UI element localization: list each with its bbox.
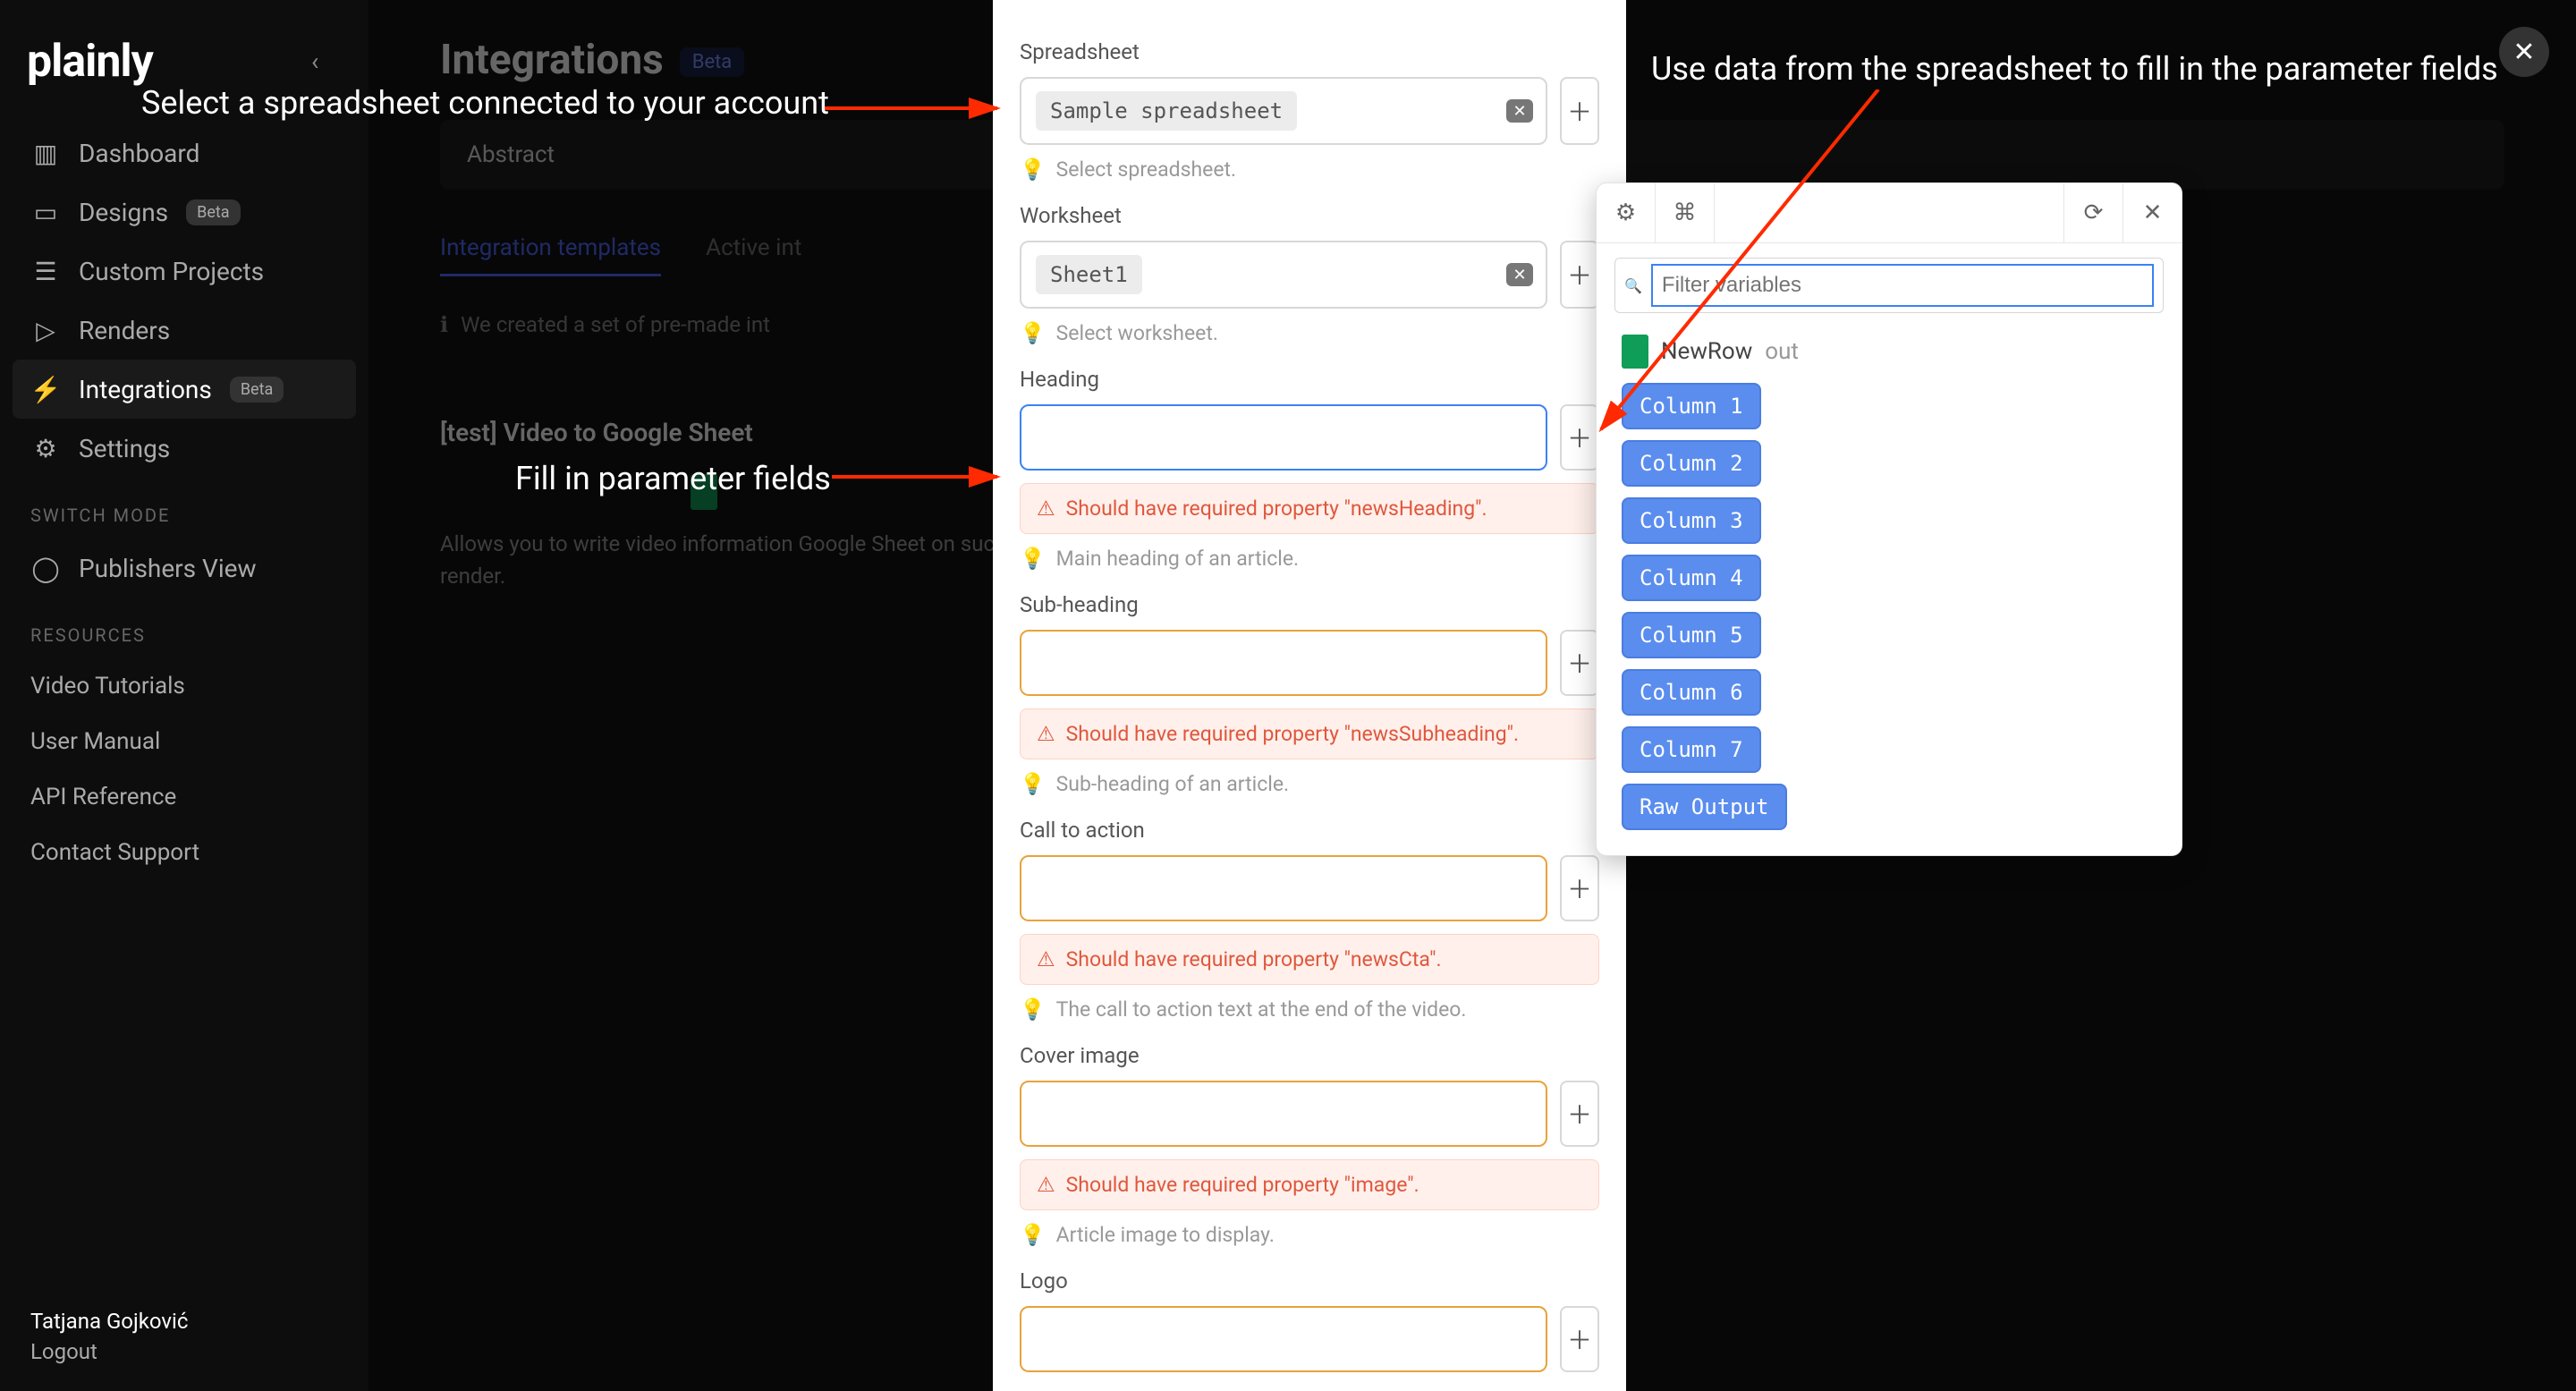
list-icon: ☰ <box>30 256 61 286</box>
variable-chip[interactable]: Column 4 <box>1622 555 1761 601</box>
refresh-icon[interactable]: ⟳ <box>2063 183 2123 242</box>
cover-input[interactable] <box>1020 1081 1547 1147</box>
section-resources: RESOURCES <box>0 598 369 658</box>
layout-icon: ▭ <box>30 197 61 227</box>
field-label-heading: Heading <box>1020 367 1599 392</box>
video-icon: ▷ <box>30 315 61 345</box>
nav-label: Renders <box>79 316 170 345</box>
warning-icon: ⚠ <box>1037 496 1055 521</box>
cover-hint: 💡Article image to display. <box>1020 1223 1599 1247</box>
bulb-icon: 💡 <box>1020 997 1046 1022</box>
variable-chip[interactable]: Column 3 <box>1622 497 1761 544</box>
worksheet-hint: 💡Select worksheet. <box>1020 321 1599 345</box>
collapse-sidebar-icon[interactable]: ‹ <box>311 47 318 76</box>
field-label-cover: Cover image <box>1020 1043 1599 1068</box>
subheading-input[interactable] <box>1020 630 1547 696</box>
clear-icon[interactable]: ✕ <box>1506 263 1533 286</box>
nav-label: Dashboard <box>79 139 199 168</box>
annotation-3: Use data from the spreadsheet to fill in… <box>1651 50 2498 88</box>
bulb-icon: 💡 <box>1020 1223 1046 1247</box>
nav-custom-projects[interactable]: ☰ Custom Projects <box>0 242 369 301</box>
globe-icon: ◯ <box>30 553 61 583</box>
nav-user-manual[interactable]: User Manual <box>0 714 369 769</box>
warning-icon: ⚠ <box>1037 947 1055 971</box>
section-switch-mode: SWITCH MODE <box>0 478 369 539</box>
worksheet-chip: Sheet1 <box>1036 255 1142 294</box>
beta-badge: Beta <box>230 377 284 403</box>
nav-label: Publishers View <box>79 554 257 583</box>
heading-error: ⚠Should have required property "newsHead… <box>1020 483 1599 534</box>
nav-renders[interactable]: ▷ Renders <box>0 301 369 360</box>
subheading-hint: 💡Sub-heading of an article. <box>1020 772 1599 796</box>
nav-label: Custom Projects <box>79 257 264 286</box>
arrow-icon <box>832 463 1011 490</box>
variable-list: Column 1 Column 2 Column 3 Column 4 Colu… <box>1597 383 2182 855</box>
add-cover-button[interactable]: ＋ <box>1560 1081 1599 1147</box>
cta-hint: 💡The call to action text at the end of t… <box>1020 997 1599 1022</box>
spreadsheet-hint: 💡Select spreadsheet. <box>1020 157 1599 182</box>
variable-chip[interactable]: Column 5 <box>1622 612 1761 658</box>
heading-hint: 💡Main heading of an article. <box>1020 547 1599 571</box>
add-subheading-button[interactable]: ＋ <box>1560 630 1599 696</box>
bulb-icon: 💡 <box>1020 157 1046 182</box>
subheading-error: ⚠Should have required property "newsSubh… <box>1020 708 1599 759</box>
logout-link[interactable]: Logout <box>30 1339 338 1364</box>
close-icon[interactable]: ✕ <box>2123 183 2182 242</box>
close-modal-button[interactable]: ✕ <box>2499 27 2549 77</box>
cta-error: ⚠Should have required property "newsCta"… <box>1020 934 1599 985</box>
cta-input[interactable] <box>1020 855 1547 921</box>
nav-label: Integrations <box>79 375 212 404</box>
nav-integrations[interactable]: ⚡ Integrations Beta <box>13 360 356 419</box>
nav-label: Designs <box>79 198 168 227</box>
bulb-icon: 💡 <box>1020 321 1046 345</box>
nav-designs[interactable]: ▭ Designs Beta <box>0 182 369 242</box>
sidebar-footer: Tatjana Gojković Logout <box>0 1282 369 1391</box>
username: Tatjana Gojković <box>30 1309 338 1334</box>
field-label-spreadsheet: Spreadsheet <box>1020 39 1599 64</box>
spreadsheet-chip: Sample spreadsheet <box>1036 91 1297 131</box>
arrow-icon <box>1592 89 1896 447</box>
clear-icon[interactable]: ✕ <box>1506 99 1533 123</box>
chart-bar-icon: ▥ <box>30 138 61 168</box>
field-label-logo: Logo <box>1020 1268 1599 1293</box>
bolt-icon: ⚡ <box>30 374 61 404</box>
add-cta-button[interactable]: ＋ <box>1560 855 1599 921</box>
nav-api-reference[interactable]: API Reference <box>0 769 369 825</box>
add-logo-button[interactable]: ＋ <box>1560 1306 1599 1372</box>
field-label-cta: Call to action <box>1020 818 1599 843</box>
gear-icon: ⚙ <box>30 433 61 463</box>
cover-error: ⚠Should have required property "image". <box>1020 1159 1599 1210</box>
beta-badge: Beta <box>186 199 240 225</box>
nav-dashboard[interactable]: ▥ Dashboard <box>0 123 369 182</box>
variable-chip[interactable]: Raw Output <box>1622 784 1787 830</box>
nav-video-tutorials[interactable]: Video Tutorials <box>0 658 369 714</box>
bulb-icon: 💡 <box>1020 772 1046 796</box>
arrow-icon <box>823 95 1011 122</box>
field-label-subheading: Sub-heading <box>1020 592 1599 617</box>
integration-form-panel: Spreadsheet Sample spreadsheet ✕ ＋ 💡Sele… <box>993 0 1626 1391</box>
warning-icon: ⚠ <box>1037 722 1055 746</box>
nav-publishers-view[interactable]: ◯ Publishers View <box>0 539 369 598</box>
variable-chip[interactable]: Column 6 <box>1622 669 1761 716</box>
heading-input[interactable] <box>1020 404 1547 471</box>
bulb-icon: 💡 <box>1020 547 1046 571</box>
annotation-1: Select a spreadsheet connected to your a… <box>141 84 829 122</box>
worksheet-input[interactable]: Sheet1 ✕ <box>1020 241 1547 309</box>
annotation-2: Fill in parameter fields <box>515 460 831 497</box>
nav-contact-support[interactable]: Contact Support <box>0 825 369 880</box>
spreadsheet-input[interactable]: Sample spreadsheet ✕ <box>1020 77 1547 145</box>
nav-label: Settings <box>79 434 170 463</box>
warning-icon: ⚠ <box>1037 1173 1055 1197</box>
logo-input[interactable] <box>1020 1306 1547 1372</box>
field-label-worksheet: Worksheet <box>1020 203 1599 228</box>
nav-settings[interactable]: ⚙ Settings <box>0 419 369 478</box>
variable-chip[interactable]: Column 7 <box>1622 726 1761 773</box>
sidebar: plainly ‹ ▥ Dashboard ▭ Designs Beta ☰ C… <box>0 0 369 1391</box>
